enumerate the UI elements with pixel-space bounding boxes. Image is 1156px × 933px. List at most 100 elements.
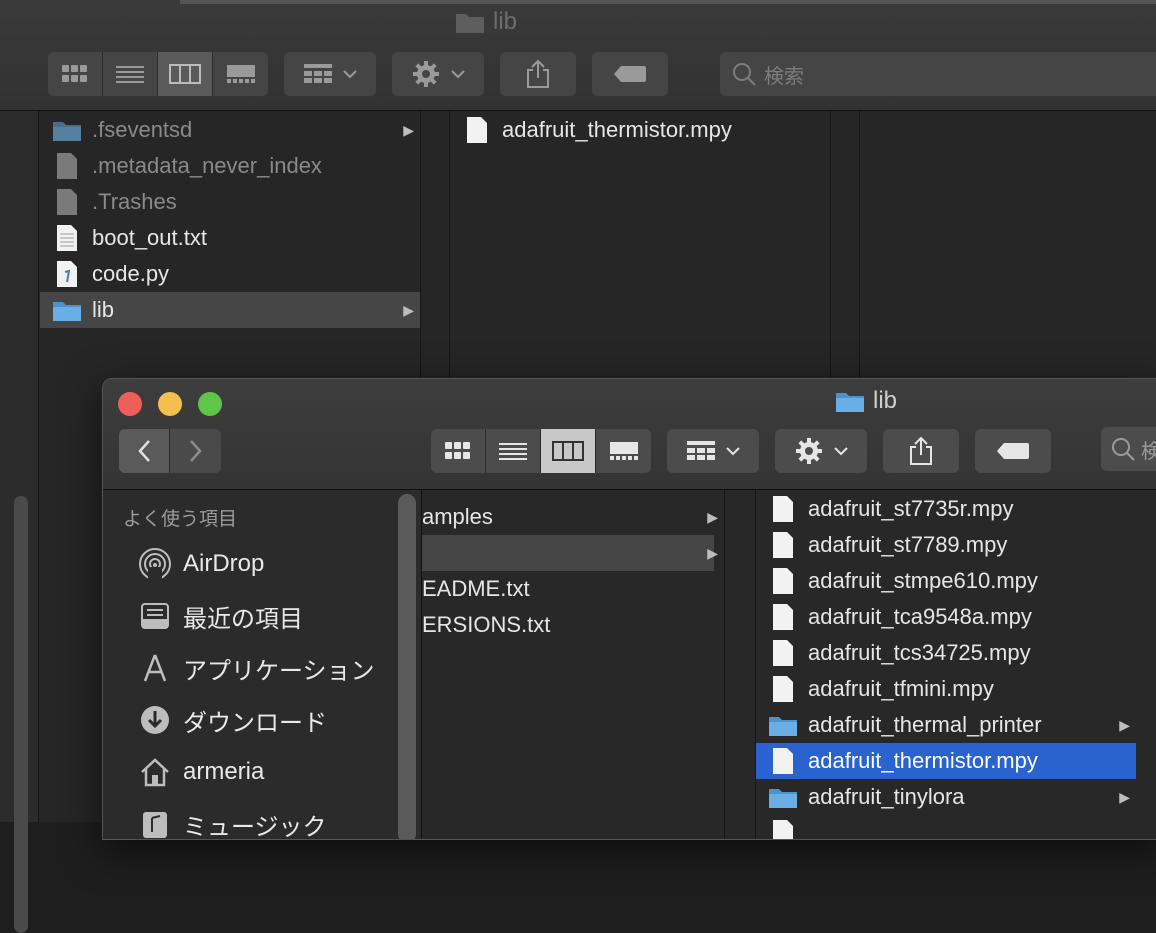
item-name: adafruit_stmpe610.mpy: [808, 568, 1038, 593]
share-button[interactable]: [500, 52, 576, 96]
list-view-button[interactable]: [103, 52, 158, 96]
list-item[interactable]: .metadata_never_index: [40, 148, 420, 184]
chevron-right-icon: ▶: [403, 301, 414, 318]
action-button[interactable]: [775, 429, 867, 473]
group-button[interactable]: [284, 52, 376, 96]
document-icon: [768, 819, 798, 839]
sidebar-item-applications[interactable]: アプリケーション: [137, 650, 375, 686]
chevron-right-icon: ▶: [403, 121, 414, 138]
list-item[interactable]: adafruit_tfmini.mpy: [756, 671, 1136, 707]
item-name: adafruit_st7789.mpy: [808, 532, 1008, 557]
chevron-right-icon: [189, 440, 202, 462]
chevron-down-icon: [343, 70, 357, 79]
gallery-view-button[interactable]: [596, 429, 651, 473]
zoom-button[interactable]: [198, 392, 222, 416]
list-item[interactable]: EADME.txt: [422, 571, 714, 607]
item-name: .Trashes: [92, 189, 177, 214]
list-item[interactable]: ▶: [422, 535, 718, 571]
back-sidebar: [0, 111, 39, 933]
folder-icon: [52, 116, 82, 144]
search-field[interactable]: 検索: [720, 52, 1156, 96]
icon-view-icon: [62, 65, 87, 82]
item-name: adafruit_tca9548a.mpy: [808, 604, 1032, 629]
gallery-view-button[interactable]: [213, 52, 268, 96]
share-button[interactable]: [883, 429, 959, 473]
chevron-right-icon: ▶: [1119, 788, 1130, 805]
document-icon: [462, 116, 492, 144]
sidebar-item-music[interactable]: ミュージック: [137, 806, 327, 839]
list-item-selected[interactable]: adafruit_thermistor.mpy: [756, 743, 1136, 779]
share-icon: [910, 436, 932, 465]
sidebar-item-label: armeria: [183, 758, 265, 785]
music-icon: [137, 806, 173, 839]
sidebar-item-recents[interactable]: 最近の項目: [137, 598, 303, 634]
icon-view-button[interactable]: [48, 52, 103, 96]
folder-icon: [52, 296, 82, 324]
list-item[interactable]: adafruit_tinylora ▶: [756, 779, 1136, 815]
list-view-icon: [116, 66, 144, 83]
column-view-icon: [552, 441, 584, 461]
airdrop-icon: [137, 546, 173, 582]
recents-icon: [137, 598, 173, 634]
gear-icon: [413, 61, 439, 87]
sidebar-scrollbar[interactable]: [398, 494, 416, 839]
icon-view-button[interactable]: [431, 429, 486, 473]
downloads-icon: [137, 702, 173, 738]
list-item[interactable]: [756, 815, 1136, 839]
chevron-left-icon: [138, 440, 150, 462]
list-item[interactable]: ERSIONS.txt: [422, 607, 714, 643]
minimize-button[interactable]: [158, 392, 182, 416]
list-view-icon: [499, 443, 527, 460]
item-name: adafruit_thermistor.mpy: [502, 117, 732, 142]
column-view-button[interactable]: [158, 52, 213, 96]
item-name: .fseventsd: [92, 117, 193, 142]
document-icon: [768, 747, 798, 775]
search-placeholder: 検索: [764, 65, 804, 88]
back-button[interactable]: [119, 429, 170, 473]
list-item[interactable]: amples ▶: [422, 499, 718, 535]
document-icon: [768, 531, 798, 559]
group-icon: [304, 64, 332, 83]
share-icon: [527, 59, 549, 88]
sidebar: よく使う項目 AirDrop 最近の項目 アプリケーション ダウンロード arm…: [103, 490, 422, 839]
tag-button[interactable]: [975, 429, 1051, 473]
chevron-down-icon: [451, 70, 465, 79]
sidebar-scrollbar[interactable]: [14, 496, 28, 933]
list-item[interactable]: adafruit_thermal_printer ▶: [756, 707, 1136, 743]
group-button[interactable]: [667, 429, 759, 473]
column-view-button[interactable]: [541, 429, 596, 473]
window-title-text: lib: [873, 387, 898, 414]
list-item[interactable]: adafruit_st7735r.mpy: [756, 491, 1136, 527]
list-item[interactable]: boot_out.txt: [40, 220, 420, 256]
forward-button[interactable]: [170, 429, 221, 473]
list-item[interactable]: .Trashes: [40, 184, 420, 220]
list-item[interactable]: adafruit_tca9548a.mpy: [756, 599, 1136, 635]
window-title-text: lib: [493, 8, 518, 35]
search-icon: [733, 63, 756, 86]
list-item[interactable]: adafruit_stmpe610.mpy: [756, 563, 1136, 599]
close-button[interactable]: [118, 392, 142, 416]
sidebar-item-downloads[interactable]: ダウンロード: [137, 702, 327, 738]
sidebar-item-home[interactable]: armeria: [137, 754, 264, 790]
list-item[interactable]: adafruit_st7789.mpy: [756, 527, 1136, 563]
search-field[interactable]: 検: [1101, 427, 1156, 471]
list-item[interactable]: adafruit_thermistor.mpy: [450, 112, 830, 148]
sidebar-item-airdrop[interactable]: AirDrop: [137, 546, 264, 582]
column-3: adafruit_st7735r.mpy adafruit_st7789.mpy…: [756, 490, 1136, 839]
item-name: adafruit_tinylora: [808, 784, 965, 809]
list-item[interactable]: code.py: [40, 256, 420, 292]
icon-view-icon: [445, 442, 470, 459]
action-button[interactable]: [392, 52, 484, 96]
front-toolbar: lib: [103, 379, 1156, 490]
list-view-button[interactable]: [486, 429, 541, 473]
list-item[interactable]: lib ▶: [40, 292, 420, 328]
list-item[interactable]: .fseventsd ▶: [40, 112, 420, 148]
nav-group: [119, 429, 221, 473]
window-title: lib: [455, 8, 517, 36]
item-name: adafruit_thermistor.mpy: [808, 748, 1038, 773]
document-icon: [52, 152, 82, 180]
list-item[interactable]: adafruit_tcs34725.mpy: [756, 635, 1136, 671]
chevron-down-icon: [834, 447, 848, 456]
tag-button[interactable]: [592, 52, 668, 96]
python-file-icon: [52, 260, 82, 288]
